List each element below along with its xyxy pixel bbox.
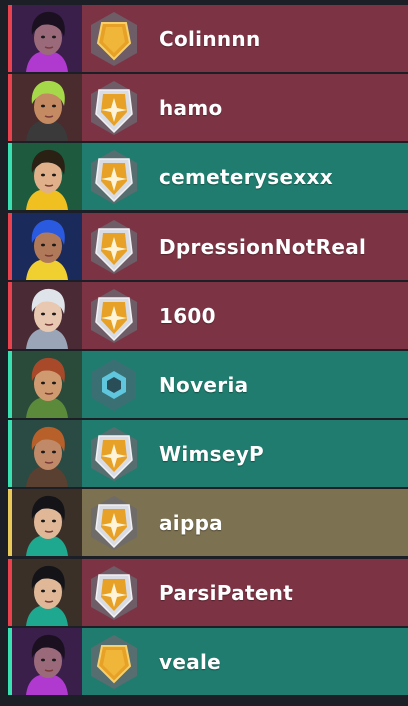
silver-rank-icon bbox=[84, 424, 144, 484]
player-row[interactable]: Colinnnn bbox=[0, 5, 408, 72]
killjoy-portrait-icon bbox=[12, 143, 82, 210]
silver-rank-icon bbox=[84, 286, 144, 346]
player-row[interactable]: Noveria bbox=[0, 351, 408, 418]
silver-rank-icon bbox=[84, 217, 144, 277]
unranked-rank-icon bbox=[84, 355, 144, 415]
player-row[interactable]: hamo bbox=[0, 74, 408, 141]
player-list: Colinnnn hamo cemeterysexxx DpressionNot… bbox=[0, 0, 408, 706]
player-name: veale bbox=[159, 649, 222, 674]
player-row[interactable]: 1600 bbox=[0, 282, 408, 349]
player-row[interactable]: aippa bbox=[0, 489, 408, 556]
reyna-portrait-icon bbox=[12, 628, 82, 695]
gold-rank-icon bbox=[84, 9, 144, 69]
reyna-portrait-icon bbox=[12, 5, 82, 72]
player-name: WimseyP bbox=[159, 441, 265, 466]
silver-rank-icon bbox=[84, 147, 144, 207]
player-name: ParsiPatent bbox=[159, 580, 294, 605]
brimstone-portrait-icon bbox=[12, 420, 82, 487]
silver-rank-icon bbox=[84, 78, 144, 138]
silver-rank-icon bbox=[84, 563, 144, 623]
player-row[interactable]: veale bbox=[0, 628, 408, 695]
player-name: DpressionNotReal bbox=[159, 234, 367, 259]
player-name: cemeterysexxx bbox=[159, 164, 333, 189]
sage-portrait-icon bbox=[12, 559, 82, 626]
neon-green-hair-portrait-icon bbox=[12, 74, 82, 141]
gold-rank-icon bbox=[84, 632, 144, 692]
player-row[interactable]: DpressionNotReal bbox=[0, 213, 408, 280]
player-row[interactable]: cemeterysexxx bbox=[0, 143, 408, 210]
player-row[interactable]: WimseyP bbox=[0, 420, 408, 487]
neon-portrait-icon bbox=[12, 213, 82, 280]
silver-rank-icon bbox=[84, 493, 144, 553]
skye-portrait-icon bbox=[12, 351, 82, 418]
player-name: Colinnnn bbox=[159, 26, 261, 51]
player-row[interactable]: ParsiPatent bbox=[0, 559, 408, 626]
jett-portrait-icon bbox=[12, 282, 82, 349]
player-name: hamo bbox=[159, 95, 223, 120]
player-name: Noveria bbox=[159, 372, 249, 397]
player-name: 1600 bbox=[159, 303, 216, 328]
player-name: aippa bbox=[159, 510, 223, 535]
sage-portrait-icon bbox=[12, 489, 82, 556]
